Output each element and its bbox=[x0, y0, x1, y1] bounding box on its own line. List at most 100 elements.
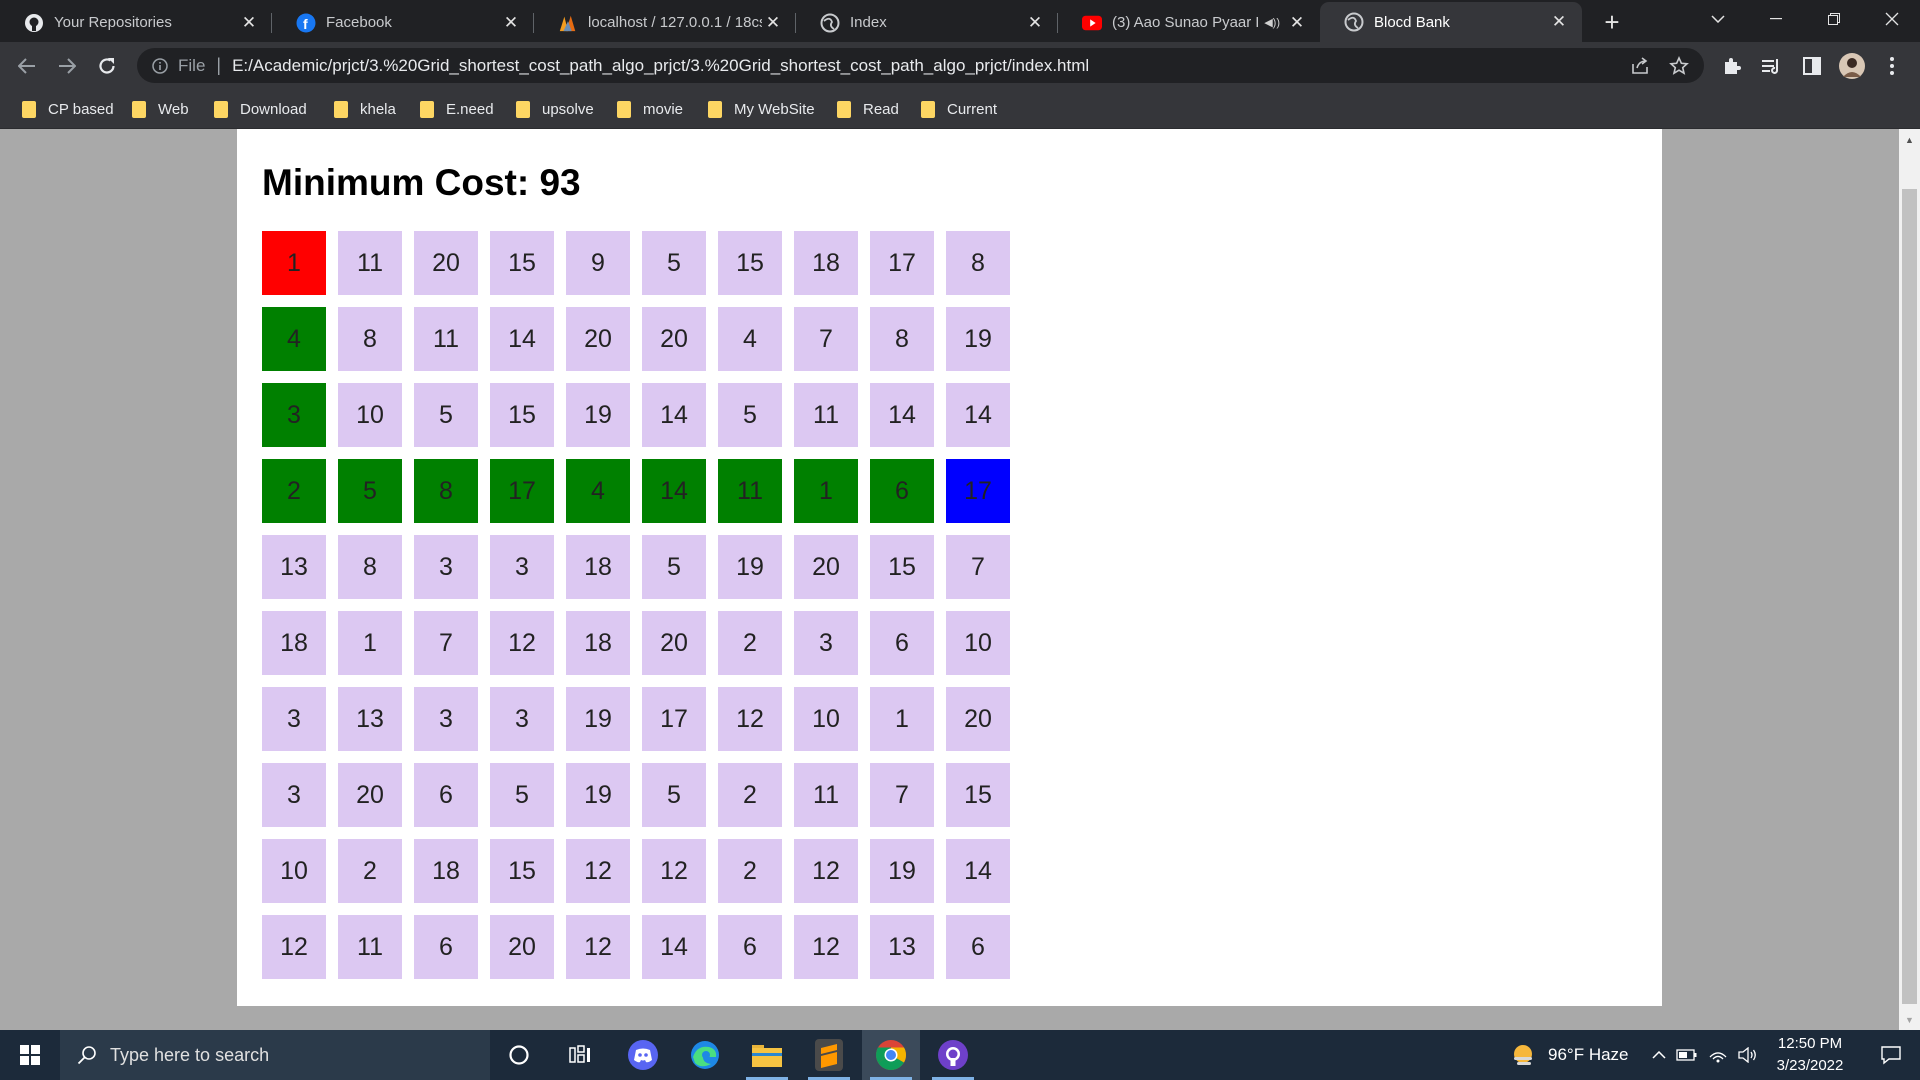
menu-kebab-icon[interactable] bbox=[1877, 51, 1907, 81]
bookmark-khela[interactable]: khela bbox=[334, 97, 396, 121]
bookmark-label: khela bbox=[360, 100, 396, 118]
tab-youtube[interactable]: (3) Aao Sunao Pyaar Ki ◀)) ✕ bbox=[1058, 3, 1320, 42]
grid-cell-start: 1 bbox=[262, 231, 326, 295]
scroll-up-arrow-icon[interactable]: ▲ bbox=[1899, 129, 1920, 150]
grid-cell: 20 bbox=[642, 611, 706, 675]
grid-cell-path: 14 bbox=[642, 459, 706, 523]
tab-localhost[interactable]: localhost / 127.0.0.1 / 18cse ✕ bbox=[534, 3, 796, 42]
bookmark-current[interactable]: Current bbox=[921, 97, 997, 121]
bookmark-cp-based[interactable]: CP based bbox=[22, 97, 114, 121]
wifi-icon[interactable] bbox=[1708, 1047, 1728, 1063]
bookmark-movie[interactable]: movie bbox=[617, 97, 683, 121]
grid-cell: 3 bbox=[262, 763, 326, 827]
bookmark-download[interactable]: Download bbox=[214, 97, 307, 121]
grid-cell: 6 bbox=[870, 611, 934, 675]
notification-center-icon[interactable] bbox=[1862, 1030, 1920, 1080]
grid-cell: 15 bbox=[870, 535, 934, 599]
bookmark-eneed[interactable]: E.need bbox=[420, 97, 494, 121]
tab-label: Facebook bbox=[326, 14, 392, 31]
bookmark-label: upsolve bbox=[542, 100, 594, 118]
grid-cell: 11 bbox=[414, 307, 478, 371]
chevron-up-icon[interactable] bbox=[1652, 1051, 1666, 1059]
close-icon[interactable]: ✕ bbox=[1024, 12, 1046, 34]
bookmark-read[interactable]: Read bbox=[837, 97, 899, 121]
grid-cell: 10 bbox=[794, 687, 858, 751]
extensions-icon[interactable] bbox=[1717, 51, 1747, 81]
tab-blood-bank[interactable]: Blocd Bank ✕ bbox=[1320, 2, 1582, 42]
content-card: Minimum Cost: 93 1 11 20 15 9 5 15 18 17 8 4 8 11 14 2… bbox=[237, 129, 1662, 1006]
grid-cell: 3 bbox=[414, 535, 478, 599]
grid-cell: 11 bbox=[338, 915, 402, 979]
grid-cell: 14 bbox=[642, 383, 706, 447]
grid-cell-path: 2 bbox=[262, 459, 326, 523]
tab-index[interactable]: Index ✕ bbox=[796, 3, 1058, 42]
close-icon[interactable]: ✕ bbox=[762, 12, 784, 34]
bookmark-my-website[interactable]: My WebSite bbox=[708, 97, 815, 121]
sublime-text-icon[interactable] bbox=[800, 1030, 858, 1080]
forward-button[interactable] bbox=[52, 51, 82, 81]
edge-icon[interactable] bbox=[676, 1030, 734, 1080]
minimize-button[interactable] bbox=[1748, 0, 1804, 38]
github-desktop-icon[interactable] bbox=[924, 1030, 982, 1080]
grid-cell: 13 bbox=[262, 535, 326, 599]
folder-icon bbox=[132, 100, 146, 118]
grid-cell: 20 bbox=[794, 535, 858, 599]
volume-icon[interactable] bbox=[1738, 1047, 1758, 1063]
grid-cell: 8 bbox=[338, 307, 402, 371]
back-button[interactable] bbox=[12, 51, 42, 81]
profile-avatar[interactable] bbox=[1837, 51, 1867, 81]
side-panel-icon[interactable] bbox=[1797, 51, 1827, 81]
bookmark-web[interactable]: Web bbox=[132, 97, 189, 121]
speaker-icon[interactable]: ◀)) bbox=[1264, 16, 1280, 29]
address-bar[interactable]: File | E:/Academic/prjct/3.%20Grid_short… bbox=[137, 48, 1704, 83]
grid-cell: 6 bbox=[718, 915, 782, 979]
close-icon[interactable]: ✕ bbox=[500, 12, 522, 34]
file-explorer-icon[interactable] bbox=[738, 1030, 796, 1080]
info-icon[interactable] bbox=[151, 57, 169, 75]
grid-cell: 15 bbox=[490, 383, 554, 447]
grid-cell: 5 bbox=[718, 383, 782, 447]
grid-cell: 11 bbox=[794, 383, 858, 447]
windows-start-button[interactable] bbox=[0, 1030, 60, 1080]
scroll-down-arrow-icon[interactable]: ▼ bbox=[1899, 1009, 1920, 1030]
tab-facebook[interactable]: f Facebook ✕ bbox=[272, 3, 534, 42]
grid-cell: 12 bbox=[490, 611, 554, 675]
url-text[interactable]: E:/Academic/prjct/3.%20Grid_shortest_cos… bbox=[232, 56, 1089, 76]
scheme-label: File bbox=[178, 55, 206, 75]
new-tab-button[interactable]: + bbox=[1598, 7, 1626, 37]
page-viewport: Minimum Cost: 93 1 11 20 15 9 5 15 18 17 8 4 8 11 14 2… bbox=[0, 129, 1899, 1030]
grid-cell: 2 bbox=[338, 839, 402, 903]
weather-widget[interactable]: 96°F Haze bbox=[1510, 1030, 1629, 1080]
close-icon[interactable]: ✕ bbox=[238, 12, 260, 34]
grid-cell: 18 bbox=[566, 535, 630, 599]
grid-cell: 14 bbox=[642, 915, 706, 979]
taskbar-search-box[interactable]: Type here to search bbox=[60, 1030, 490, 1080]
reload-button[interactable] bbox=[92, 51, 122, 81]
reading-list-icon[interactable] bbox=[1757, 51, 1787, 81]
folder-icon bbox=[214, 100, 228, 118]
chrome-icon[interactable] bbox=[862, 1030, 920, 1080]
grid-cell: 12 bbox=[566, 839, 630, 903]
battery-icon[interactable] bbox=[1676, 1048, 1698, 1062]
close-icon[interactable]: ✕ bbox=[1286, 12, 1308, 34]
tab-label: localhost / 127.0.0.1 / 18cse bbox=[588, 14, 762, 31]
bookmark-upsolve[interactable]: upsolve bbox=[516, 97, 594, 121]
scroll-thumb[interactable] bbox=[1902, 189, 1917, 1004]
taskbar-clock[interactable]: 12:50 PM 3/23/2022 bbox=[1760, 1030, 1860, 1080]
grid-cell: 18 bbox=[794, 231, 858, 295]
globe-icon bbox=[1344, 12, 1364, 32]
grid-cell: 12 bbox=[718, 687, 782, 751]
discord-icon[interactable] bbox=[614, 1030, 672, 1080]
close-window-button[interactable] bbox=[1864, 0, 1920, 38]
close-icon[interactable]: ✕ bbox=[1548, 11, 1570, 33]
bookmark-star-icon[interactable] bbox=[1669, 56, 1689, 76]
vertical-scrollbar[interactable]: ▲ ▼ bbox=[1899, 129, 1920, 1030]
share-icon[interactable] bbox=[1630, 56, 1650, 76]
restore-button[interactable] bbox=[1806, 0, 1862, 38]
task-view-icon[interactable] bbox=[551, 1030, 609, 1080]
grid-cell: 3 bbox=[262, 687, 326, 751]
cortana-icon[interactable] bbox=[490, 1030, 548, 1080]
page-title: Minimum Cost: 93 bbox=[262, 162, 581, 203]
tab-search-chevron-icon[interactable] bbox=[1690, 0, 1746, 38]
tab-your-repositories[interactable]: Your Repositories ✕ bbox=[0, 3, 272, 42]
